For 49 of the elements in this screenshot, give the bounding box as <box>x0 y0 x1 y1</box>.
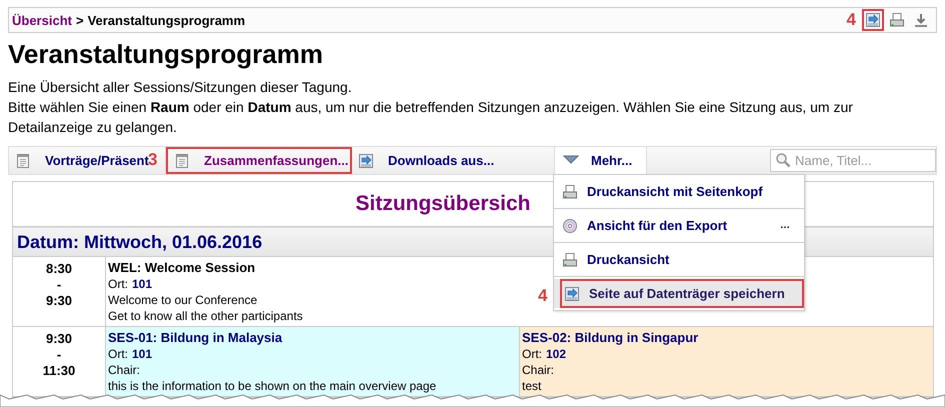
download-icon <box>913 12 929 28</box>
callout-number: 4 <box>538 286 548 306</box>
breadcrumb-separator: > <box>76 12 84 28</box>
session-title[interactable]: WEL: Welcome Session <box>108 260 256 276</box>
search-field[interactable]: Name, Titel... <box>770 149 936 172</box>
intro-text: Eine Übersicht aller Sessions/Sitzungen dieser Tagung. <box>8 78 353 97</box>
chair-label: Chair: <box>522 362 554 378</box>
printer-icon <box>562 184 578 200</box>
save-button[interactable] <box>862 9 884 31</box>
session-description: this is the information to be shown on the main overview page <box>108 378 436 394</box>
document-icon <box>174 152 190 168</box>
breadcrumb-link[interactable]: Übersicht <box>12 12 72 28</box>
toolbar-button[interactable]: Zusammenfassungen... <box>166 147 352 174</box>
time-text: - <box>56 277 62 293</box>
menu-item[interactable]: Seite auf Datenträger speichern <box>560 279 804 308</box>
location-label: Ort: <box>108 277 128 291</box>
time-text: 8:30 <box>44 261 74 277</box>
intro-text: Bitte wählen Sie einen Raum oder ein Datum aus, um nur die betreffenden Sitzungen anzuzeigen. Wählen Sie eine Sitzung aus, um zur Detailanzeige zu gelangen. <box>8 98 854 137</box>
more-menu-button[interactable]: Mehr... <box>555 147 647 174</box>
location-label: Ort: <box>522 347 542 361</box>
time-text: 9:30 <box>44 293 74 309</box>
session-description: Get to know all the other participants <box>108 308 303 324</box>
menu-item[interactable]: Ansicht für den Export … <box>554 209 804 242</box>
time-text: 11:30 <box>42 363 76 379</box>
callout-number: 4 <box>846 10 856 30</box>
location-link[interactable]: 101 <box>132 347 152 361</box>
menu-item[interactable]: Druckansicht <box>554 243 804 276</box>
location-link[interactable]: 101 <box>132 277 152 291</box>
search-icon <box>775 152 791 168</box>
session-cell[interactable]: SES-01: Bildung in Malaysia Ort: 101 Chair: this is the information to be shown on the main overview page <box>106 327 520 396</box>
time-text: 9:30 <box>44 331 74 347</box>
chair-label: Chair: <box>108 362 140 378</box>
printer-icon <box>889 12 905 28</box>
printer-icon <box>562 252 578 268</box>
breadcrumb-current: Veranstaltungsprogramm <box>88 12 246 28</box>
page-title: Veranstaltungsprogramm <box>8 39 324 69</box>
session-title[interactable]: SES-01: Bildung in Malaysia <box>108 330 282 346</box>
disc-icon <box>562 218 578 234</box>
menu-item[interactable]: Druckansicht mit Seitenkopf <box>554 175 804 208</box>
session-title[interactable]: SES-02: Bildung in Singapur <box>522 330 698 346</box>
session-description: Welcome to our Conference <box>108 292 258 308</box>
location-link[interactable]: 102 <box>546 347 566 361</box>
session-description: test <box>522 378 542 394</box>
session-cell[interactable]: SES-02: Bildung in Singapur Ort: 102 Chair: test <box>520 327 933 396</box>
schedule-title: Sitzungsübersich <box>355 192 531 216</box>
callout-number: 3 <box>148 150 158 170</box>
time-text: - <box>56 347 62 363</box>
document-icon <box>15 152 31 168</box>
location-label: Ort: <box>108 347 128 361</box>
